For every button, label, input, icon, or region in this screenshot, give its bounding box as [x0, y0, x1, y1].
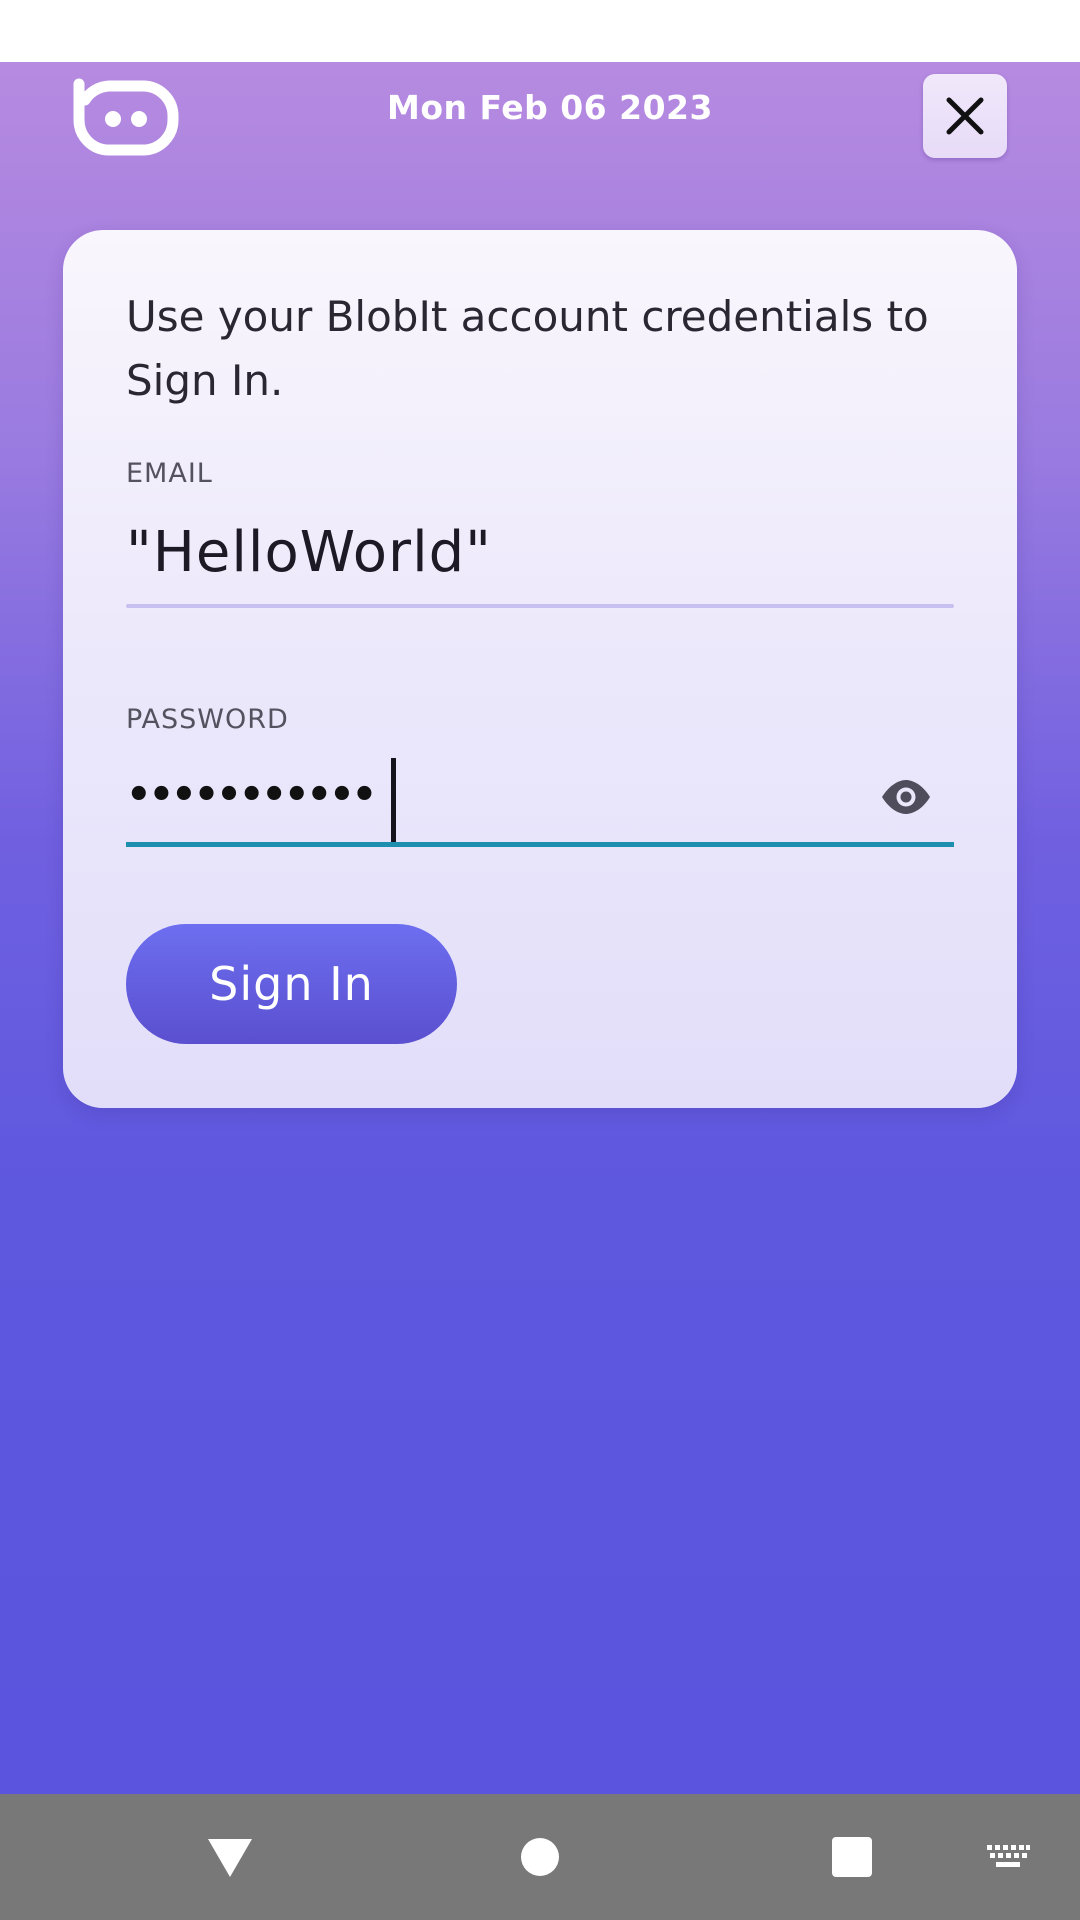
email-label: EMAIL: [126, 458, 213, 489]
blobit-logo-icon: [73, 78, 179, 156]
password-underline: [126, 842, 954, 847]
sign-in-button[interactable]: Sign In: [126, 924, 457, 1044]
status-bar: [0, 0, 1080, 62]
close-button[interactable]: [923, 74, 1007, 158]
close-icon: [946, 97, 984, 135]
show-password-toggle[interactable]: [879, 770, 933, 824]
password-field[interactable]: •••••••••••: [126, 750, 954, 847]
header-date: Mon Feb 06 2023: [387, 88, 713, 127]
intro-text: Use your BlobIt account credentials to S…: [126, 292, 929, 405]
text-cursor: [391, 758, 396, 842]
eye-icon: [882, 780, 930, 814]
system-nav-bar: [0, 1794, 1080, 1920]
password-label: PASSWORD: [126, 704, 289, 735]
email-underline: [126, 604, 954, 608]
email-field[interactable]: "HelloWorld": [126, 520, 946, 585]
circle-home-icon[interactable]: [520, 1837, 560, 1877]
password-masked-value: •••••••••••: [126, 772, 377, 818]
sign-in-card: Use your BlobIt account credentials to S…: [63, 230, 1017, 1108]
square-recents-icon[interactable]: [831, 1836, 873, 1878]
triangle-back-icon[interactable]: [205, 1836, 255, 1880]
keyboard-icon[interactable]: [986, 1844, 1030, 1872]
